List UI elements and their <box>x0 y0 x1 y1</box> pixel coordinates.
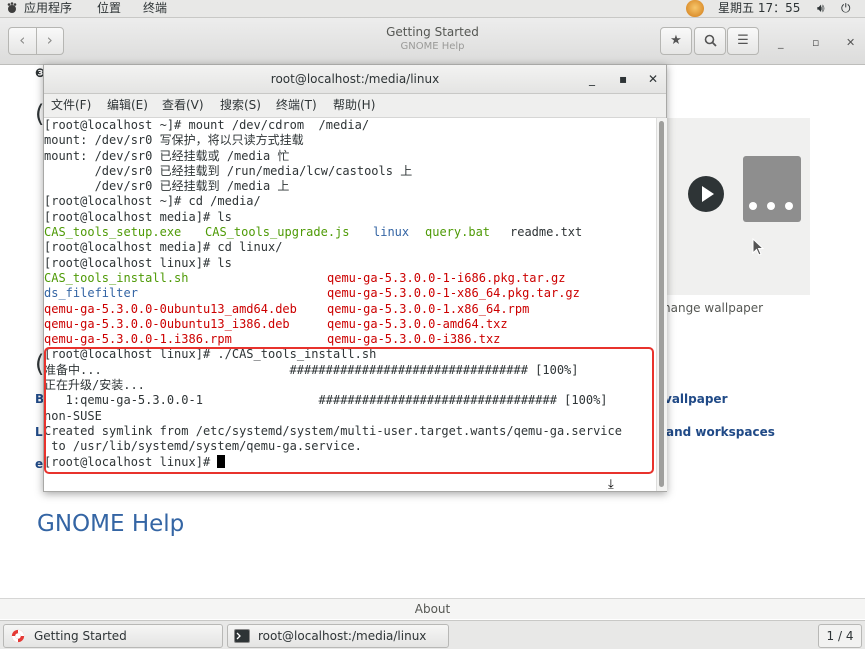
file-entry: query.bat <box>425 225 491 240</box>
download-arrow-icon: ⤓ <box>608 477 614 492</box>
workspace-pager[interactable]: 1 / 4 <box>818 624 862 648</box>
file-entry: CAS_tools_install.sh <box>44 270 189 285</box>
search-icon <box>704 34 717 47</box>
terminal-icon <box>234 629 250 643</box>
menu-search[interactable]: 搜索(S) <box>220 94 261 117</box>
menu-view[interactable]: 查看(V) <box>162 94 204 117</box>
file-entry: qemu-ga-5.3.0.0-1.x86_64.rpm <box>327 301 530 316</box>
top-panel: 应用程序 位置 终端 星期五 17：55 🔊︎ ⏻ <box>0 0 865 18</box>
star-icon: ★ <box>670 33 682 48</box>
volume-icon[interactable]: 🔊︎ <box>817 0 825 17</box>
terminal-line: /dev/sr0 已经挂载到 /media 上 <box>44 179 290 194</box>
task-label: root@localhost:/media/linux <box>258 629 427 643</box>
peek-link-2[interactable]: L <box>35 425 43 439</box>
terminal-line: mount: /dev/sr0 写保护，将以只读方式挂载 <box>44 133 304 148</box>
gnome-foot-icon <box>7 2 17 13</box>
terminal-scrollbar[interactable] <box>656 118 667 491</box>
power-icon[interactable]: ⏻ <box>841 0 851 17</box>
menu-edit[interactable]: 编辑(E) <box>107 94 148 117</box>
menu-terminal[interactable]: 终端(T) <box>276 94 317 117</box>
maximize-button[interactable]: ▫ <box>812 36 819 49</box>
about-link[interactable]: About <box>0 598 865 619</box>
terminal-line: [root@localhost ~]# cd /media/ <box>44 194 261 209</box>
workspaces-link[interactable]: and workspaces <box>666 425 775 439</box>
ls-linux-row: qemu-ga-5.3.0.0-1.i386.rpm qemu-ga-5.3.0… <box>44 332 656 347</box>
terminal-line: [root@localhost ~]# mount /dev/cdrom /me… <box>44 118 370 132</box>
terminal-line: [root@localhost media]# cd linux/ <box>44 240 283 255</box>
ls-linux-row: CAS_tools_install.sh qemu-ga-5.3.0.0-1-i… <box>44 271 656 286</box>
peek-link-3[interactable]: e <box>35 457 43 471</box>
dir-entry: ds_filefilter <box>44 286 138 301</box>
wallpaper-video-thumbnail[interactable] <box>660 118 810 295</box>
menu-button[interactable]: ☰ <box>727 27 759 55</box>
search-button[interactable] <box>694 27 726 55</box>
file-entry: qemu-ga-5.3.0.0-1-i686.pkg.tar.gz <box>327 270 566 285</box>
forward-button[interactable]: › <box>35 28 64 54</box>
close-button[interactable]: ✕ <box>846 36 855 49</box>
terminal-menu[interactable]: 终端 <box>143 0 167 17</box>
terminal-titlebar[interactable]: root@localhost:/media/linux _ ▪ ✕ <box>44 65 666 94</box>
ls-linux-row: qemu-ga-5.3.0.0-0ubuntu13_amd64.deb qemu… <box>44 302 656 317</box>
dir-entry: linux <box>373 225 410 240</box>
task-terminal[interactable]: root@localhost:/media/linux <box>227 624 449 648</box>
file-entry: qemu-ga-5.3.0.0-0ubuntu13_i386.deb <box>44 316 290 331</box>
history-nav: ‹ › <box>8 27 64 55</box>
terminal-menubar: 文件(F) 编辑(E) 查看(V) 搜索(S) 终端(T) 帮助(H) <box>44 94 666 118</box>
help-window-subtitle: GNOME Help <box>400 41 465 52</box>
menu-help[interactable]: 帮助(H) <box>333 94 375 117</box>
play-icon[interactable] <box>688 176 724 212</box>
bookmark-star-button[interactable]: ★ <box>660 27 692 55</box>
terminal-close-button[interactable]: ✕ <box>648 65 658 93</box>
scrollbar-thumb[interactable] <box>659 121 664 487</box>
terminal-line: /dev/sr0 已经挂载到 /run/media/lcw/castools 上 <box>44 163 413 178</box>
help-window-title: Getting Started <box>386 25 479 39</box>
file-entry: qemu-ga-5.3.0.0-i386.txz <box>327 332 501 347</box>
ls-linux-row: ds_filefilter qemu-ga-5.3.0.0-1-x86_64.p… <box>44 286 656 301</box>
terminal-title: root@localhost:/media/linux <box>270 72 440 86</box>
wallpaper-link[interactable]: vallpaper <box>664 392 727 406</box>
wallpaper-caption: hange wallpaper <box>663 301 764 315</box>
back-button[interactable]: ‹ <box>9 28 36 54</box>
mouse-pointer-icon <box>752 238 764 256</box>
hamburger-icon: ☰ <box>737 33 749 48</box>
wallpaper-preview <box>743 156 801 222</box>
lifebuoy-icon <box>11 629 25 643</box>
task-label: Getting Started <box>34 629 127 643</box>
help-headerbar: ‹ › Getting Started GNOME Help ★ ☰ _ ▫ ✕ <box>0 18 865 65</box>
terminal-line: [root@localhost media]# ls <box>44 209 232 224</box>
ls-linux-row: qemu-ga-5.3.0.0-0ubuntu13_i386.deb qemu-… <box>44 317 656 332</box>
gnome-help-link[interactable]: GNOME Help <box>37 511 184 537</box>
file-entry: qemu-ga-5.3.0.0-amd64.txz <box>327 316 508 331</box>
menu-file[interactable]: 文件(F) <box>51 94 91 117</box>
minimize-button[interactable]: _ <box>778 36 784 49</box>
bottom-panel: Getting Started root@localhost:/media/li… <box>0 620 865 649</box>
places-menu[interactable]: 位置 <box>97 0 121 17</box>
terminal-maximize-button[interactable]: ▪ <box>619 65 627 93</box>
task-getting-started[interactable]: Getting Started <box>3 624 223 648</box>
tray-app-icon[interactable] <box>686 0 704 17</box>
terminal-line: mount: /dev/sr0 已经挂载或 /media 忙 <box>44 148 290 163</box>
file-entry: qemu-ga-5.3.0.0-1-x86_64.pkg.tar.gz <box>327 286 580 301</box>
file-entry: readme.txt <box>510 225 583 240</box>
file-entry: qemu-ga-5.3.0.0-1.i386.rpm <box>44 332 232 347</box>
clock[interactable]: 星期五 17：55 <box>718 0 800 17</box>
file-entry: CAS_tools_setup.exe <box>44 225 182 240</box>
ls-media-row: CAS_tools_setup.exe CAS_tools_upgrade.js… <box>44 225 656 240</box>
file-entry: CAS_tools_upgrade.js <box>205 225 350 240</box>
terminal-minimize-button[interactable]: _ <box>589 65 595 93</box>
terminal-line: [root@localhost linux]# ls <box>44 255 232 270</box>
applications-menu[interactable]: 应用程序 <box>24 0 72 17</box>
highlight-box <box>44 347 654 474</box>
file-entry: qemu-ga-5.3.0.0-0ubuntu13_amd64.deb <box>44 301 297 316</box>
